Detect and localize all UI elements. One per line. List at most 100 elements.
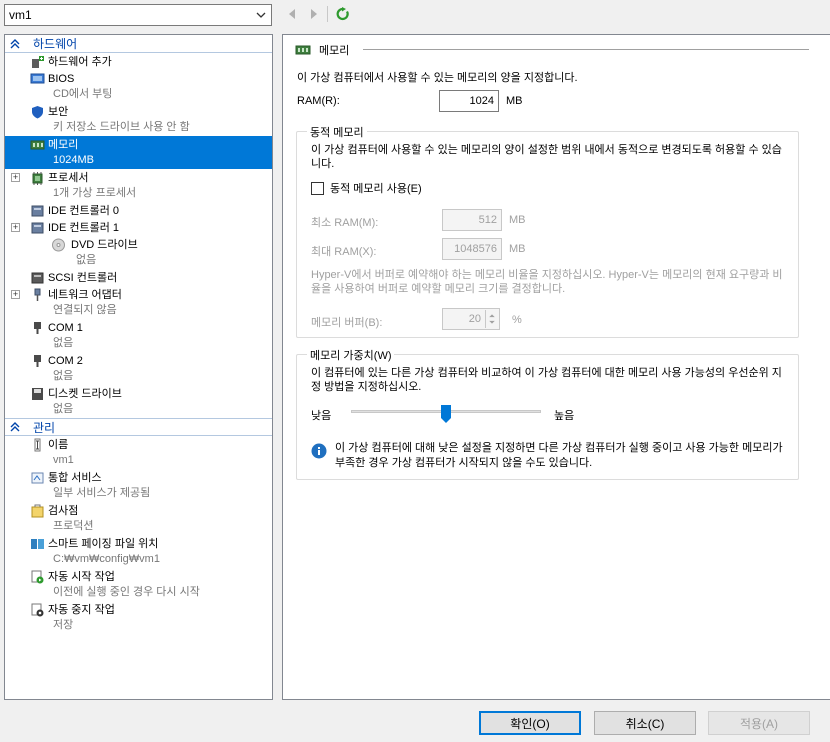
tree-item-ide-controller[interactable]: IDE 컨트롤러 0 [5, 202, 272, 219]
memory-buffer-input[interactable]: 20 [442, 308, 500, 330]
tree-item-network-adapter[interactable]: + 네트워크 어댑터연결되지 않음 [5, 286, 272, 319]
title-divider [363, 49, 809, 50]
hardware-section-header[interactable]: 하드웨어 [5, 35, 272, 53]
tree-item-label: 메모리 [48, 139, 79, 151]
weight-slider-thumb[interactable] [441, 405, 451, 423]
bios-icon [30, 73, 45, 84]
tree-item-label: 자동 시작 작업 [48, 571, 115, 583]
tree-item-smart-paging[interactable]: 스마트 페이징 파일 위치 C:₩vm₩config₩vm1 [5, 535, 272, 568]
tree-item-detail: 없음 [76, 254, 97, 266]
memory-buffer-unit: % [512, 314, 522, 326]
tree-item-label: 네트워크 어댑터 [48, 289, 122, 301]
collapse-icon [10, 38, 20, 48]
dvd-icon [52, 238, 65, 252]
ram-input[interactable]: 1024 [439, 90, 499, 112]
tree-item-ide-controller[interactable]: + IDE 컨트롤러 1 [5, 219, 272, 236]
tree-item-detail: 없음 [53, 403, 74, 415]
max-ram-label: 최대 RAM(X): [311, 246, 377, 258]
tree-item-label: SCSI 컨트롤러 [48, 272, 118, 284]
tree-item-label: COM 1 [48, 322, 83, 334]
memory-settings-panel: 메모리 이 가상 컴퓨터에서 사용할 수 있는 메모리의 양을 지정합니다. R… [282, 34, 830, 700]
expand-icon[interactable]: + [11, 173, 20, 182]
tree-item-detail: 1024MB [53, 154, 94, 166]
tree-item-label: 스마트 페이징 파일 위치 [48, 538, 159, 550]
tree-item-label: 디스켓 드라이브 [48, 388, 122, 400]
tree-item-shield[interactable]: 보안 키 저장소 드라이브 사용 안 함 [5, 103, 272, 136]
tree-item-label: 프로세서 [48, 172, 89, 184]
weight-high-label: 높음 [554, 410, 575, 422]
max-ram-input[interactable]: 1048576 [442, 238, 502, 260]
dynamic-memory-group: 동적 메모리 이 가상 컴퓨터에 사용할 수 있는 메모리의 양이 설정한 범위… [296, 124, 799, 338]
tree-item-detail: CD에서 부팅 [53, 88, 113, 100]
processor-icon [32, 172, 43, 185]
checkbox-box[interactable] [311, 181, 324, 195]
ide-controller-icon [31, 205, 44, 217]
back-arrow-icon[interactable] [285, 6, 299, 22]
tree-item-label: 검사점 [48, 505, 79, 517]
spinner-icon[interactable] [485, 310, 498, 328]
memory-buffer-label: 메모리 버퍼(B): [311, 317, 383, 329]
tree-item-name[interactable]: 이름 vm1 [5, 436, 272, 469]
tree-item-scsi-controller[interactable]: SCSI 컨트롤러 [5, 269, 272, 286]
expand-icon[interactable]: + [11, 290, 20, 299]
dynamic-memory-title: 동적 메모리 [307, 124, 367, 140]
min-ram-label: 최소 RAM(M): [311, 217, 379, 229]
tree-item-detail: 일부 서비스가 제공됨 [53, 487, 151, 499]
integration-services-icon [31, 472, 44, 484]
min-ram-input[interactable]: 512 [442, 209, 502, 231]
tree-item-detail: 1개 가상 프로세서 [53, 187, 137, 199]
management-section-header[interactable]: 관리 [5, 418, 272, 436]
diskette-icon [32, 388, 43, 400]
hardware-section-label: 하드웨어 [33, 37, 78, 51]
tree-item-integration-services[interactable]: 통합 서비스일부 서비스가 제공됨 [5, 469, 272, 502]
scsi-controller-icon [31, 272, 44, 284]
com-port-icon [34, 322, 41, 334]
tree-item-detail: vm1 [53, 454, 74, 466]
tree-item-memory[interactable]: 메모리 1024MB [5, 136, 272, 169]
vm-selector-value: vm1 [9, 8, 32, 22]
tree-item-bios[interactable]: BIOS CD에서 부팅 [5, 70, 272, 103]
tree-item-processor[interactable]: + 프로세서 1개 가상 프로세서 [5, 169, 272, 202]
tree-item-add-hardware[interactable]: 하드웨어 추가 [5, 53, 272, 70]
vm-selector[interactable]: vm1 [4, 4, 272, 26]
tree-item-label: 통합 서비스 [48, 472, 102, 484]
refresh-icon[interactable] [336, 6, 350, 22]
chevron-down-icon [256, 12, 266, 18]
ok-button[interactable]: 확인(O) [479, 711, 581, 735]
tree-item-detail: 연결되지 않음 [53, 304, 117, 316]
tree-item-auto-stop[interactable]: 자동 중지 작업 저장 [5, 601, 272, 634]
dynamic-memory-checkbox-label: 동적 메모리 사용(E) [330, 183, 422, 195]
memory-weight-group: 메모리 가중치(W) 이 컴퓨터에 있는 다른 가상 컴퓨터와 비교하여 이 가… [296, 347, 799, 480]
ide-controller-icon [31, 222, 44, 234]
tree-item-diskette[interactable]: 디스켓 드라이브없음 [5, 385, 272, 418]
management-section-label: 관리 [33, 420, 56, 435]
ram-unit: MB [506, 95, 523, 107]
tree-item-detail: C:₩vm₩config₩vm1 [53, 553, 160, 565]
memory-title-row: 메모리 [295, 42, 809, 58]
toolbar-separator [327, 6, 328, 22]
tree-item-label: 이름 [48, 439, 69, 451]
name-icon [34, 438, 41, 452]
tree-item-dvd[interactable]: DVD 드라이브 없음 [5, 236, 272, 269]
apply-button[interactable]: 적용(A) [708, 711, 810, 735]
memory-description: 이 가상 컴퓨터에서 사용할 수 있는 메모리의 양을 지정합니다. [297, 72, 578, 84]
tree-item-detail: 저장 [53, 619, 74, 631]
memory-buffer-value: 20 [468, 313, 481, 325]
tree-item-com-port[interactable]: COM 1 없음 [5, 319, 272, 352]
expand-icon[interactable]: + [11, 223, 20, 232]
memory-title: 메모리 [319, 45, 350, 57]
tree-item-label: 보안 [48, 106, 69, 118]
dynamic-memory-checkbox[interactable]: 동적 메모리 사용(E) [311, 180, 422, 196]
tree-item-auto-start[interactable]: 자동 시작 작업 이전에 실행 중인 경우 다시 시작 [5, 568, 272, 601]
com-port-icon [34, 355, 41, 367]
max-ram-unit: MB [509, 243, 526, 255]
memory-weight-description: 이 컴퓨터에 있는 다른 가상 컴퓨터와 비교하여 이 가상 컴퓨터에 대한 메… [311, 367, 782, 393]
collapse-icon [10, 422, 20, 432]
tree-item-checkpoint[interactable]: 검사점 프로덕션 [5, 502, 272, 535]
auto-start-icon [31, 570, 44, 584]
info-icon [311, 443, 327, 459]
tree-item-com-port[interactable]: COM 2 없음 [5, 352, 272, 385]
cancel-button[interactable]: 취소(C) [594, 711, 696, 735]
shield-icon [32, 106, 43, 119]
forward-arrow-icon[interactable] [307, 6, 321, 22]
